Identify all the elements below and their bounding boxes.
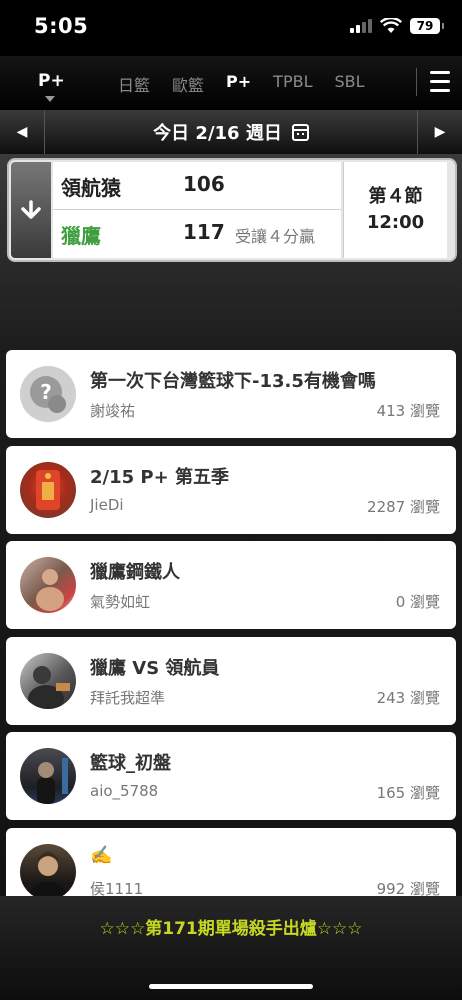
post-author: 氣勢如虹 (90, 593, 151, 611)
list-item[interactable]: 獵鷹 VS 領航員 拜託我超準 243 瀏覽 (6, 636, 456, 725)
post-author: aio_5788 (90, 782, 159, 800)
list-item[interactable]: ✍️ 侯1111 992 瀏覽 (6, 827, 456, 897)
team-score: 117 (183, 220, 225, 244)
post-author: 侯1111 (90, 879, 144, 897)
league-selector[interactable]: P+ (38, 71, 65, 91)
main-content: 領航猿 106 獵鷹 117 受讓４分贏 第４節 12:00 ? 第一次下台灣籃… (0, 154, 462, 896)
photo-avatar (20, 652, 76, 709)
league-tabs: 日籃 歐籃 P+ TPBL SBL (118, 72, 387, 96)
wifi-icon (380, 18, 402, 33)
tab-league[interactable]: SBL (334, 72, 364, 96)
status-time: 5:05 (34, 14, 89, 38)
view-count: 165 瀏覽 (376, 784, 440, 802)
post-title: 第一次下台灣籃球下-13.5有機會嗎 (90, 371, 376, 392)
team-row: 領航猿 106 (53, 162, 341, 210)
post-author: JieDi (90, 495, 124, 514)
photo-avatar (20, 748, 76, 804)
photo-avatar (20, 557, 76, 613)
score-panel: 領航猿 106 獵鷹 117 受讓４分贏 (53, 162, 341, 258)
tab-league-active[interactable]: P+ (226, 72, 251, 96)
list-item[interactable]: 獵鷹鋼鐵人 氣勢如虹 0 瀏覽 (6, 541, 456, 629)
svg-text:?: ? (40, 380, 52, 404)
question-icon: ? (20, 366, 76, 422)
view-count: 413 瀏覽 (376, 402, 440, 420)
divider (416, 68, 417, 96)
view-count: 0 瀏覽 (395, 593, 440, 611)
game-card[interactable]: 領航猿 106 獵鷹 117 受讓４分贏 第４節 12:00 (7, 158, 457, 262)
promo-banner[interactable]: ☆☆☆第171期單場殺手出爐☆☆☆ (0, 914, 462, 939)
person-icon (28, 665, 70, 709)
footer: ☆☆☆第171期單場殺手出爐☆☆☆ (0, 896, 462, 1000)
tab-league[interactable]: TPBL (273, 72, 312, 96)
photo-avatar (20, 843, 76, 896)
team-score: 106 (183, 172, 225, 196)
hamburger-menu-icon[interactable] (430, 71, 450, 93)
team-row: 獵鷹 117 受讓４分贏 (53, 210, 341, 258)
person-icon (36, 569, 64, 611)
post-author: 拜託我超準 (90, 688, 166, 707)
battery-icon: 79 (410, 18, 444, 34)
spread-result: 受讓４分贏 (235, 227, 316, 246)
list-item[interactable]: 2/15 P+ 第五季 JieDi 2287 瀏覽 (6, 445, 456, 534)
status-bar: 5:05 79 (0, 0, 462, 56)
person-icon (37, 758, 68, 804)
status-icons: 79 (350, 18, 444, 34)
post-title: 獵鷹 VS 領航員 (90, 657, 220, 679)
view-count: 2287 瀏覽 (367, 497, 440, 516)
date-picker[interactable]: 今日 2/16 週日 (44, 110, 418, 154)
post-title: 獵鷹鋼鐵人 (90, 562, 180, 583)
question-avatar: ? (20, 366, 76, 422)
post-title: 2/15 P+ 第五季 (90, 466, 229, 488)
view-count: 992 瀏覽 (376, 879, 440, 897)
list-item[interactable]: ? 第一次下台灣籃球下-13.5有機會嗎 謝竣祐 413 瀏覽 (6, 350, 456, 438)
home-indicator (149, 984, 313, 989)
expand-button[interactable] (11, 162, 51, 258)
arrow-down-icon (21, 200, 41, 219)
post-list: ? 第一次下台灣籃球下-13.5有機會嗎 謝竣祐 413 瀏覽 2/15 P+ … (6, 350, 456, 896)
team-name: 獵鷹 (61, 224, 101, 248)
tab-league[interactable]: 日籃 (118, 72, 150, 96)
game-clock: 12:00 (366, 212, 425, 233)
team-name: 領航猿 (61, 176, 121, 200)
date-label: 今日 2/16 週日 (153, 123, 282, 144)
red-envelope-avatar (20, 461, 76, 518)
game-period: 第４節 12:00 (343, 162, 447, 258)
tab-league[interactable]: 歐籃 (172, 72, 204, 96)
previous-day-button[interactable]: ◀ (0, 110, 44, 154)
view-count: 243 瀏覽 (376, 688, 440, 707)
next-day-button[interactable]: ▶ (418, 110, 462, 154)
date-bar: ◀ 今日 2/16 週日 ▶ (0, 110, 462, 154)
red-envelope-icon (36, 469, 60, 510)
post-author: 謝竣祐 (90, 402, 136, 420)
signal-icon (350, 19, 372, 33)
list-item[interactable]: 籃球_初盤 aio_5788 165 瀏覽 (6, 732, 456, 820)
post-title: 籃球_初盤 (90, 753, 171, 774)
league-bar: P+ 日籃 歐籃 P+ TPBL SBL (0, 56, 462, 110)
person-icon (30, 851, 66, 896)
post-title: ✍️ (90, 844, 113, 866)
caret-down-icon[interactable] (45, 96, 55, 102)
period-label: 第４節 (368, 186, 423, 207)
calendar-icon (291, 123, 309, 141)
